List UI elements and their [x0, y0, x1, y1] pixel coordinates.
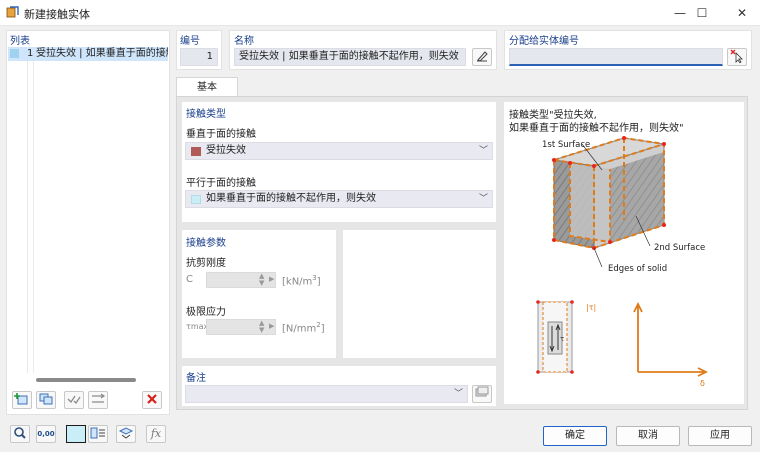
arrow-right-icon[interactable]: ▶: [269, 322, 274, 330]
list-title: 列表: [10, 36, 30, 47]
limit-unit-text: [N/mm: [282, 323, 317, 335]
surface1-label: 1st Surface: [542, 140, 590, 150]
units-button[interactable]: 0,00: [36, 425, 56, 443]
limit-unit-end: ]: [320, 323, 325, 335]
contact-params-group: [182, 230, 336, 358]
shear-stiffness-symbol: C: [186, 274, 193, 285]
parallel-label: 平行于面的接触: [186, 178, 256, 189]
list-item-swatch: [10, 49, 19, 58]
tab-basic[interactable]: 基本: [176, 77, 238, 97]
perpendicular-value: 受拉失效: [206, 145, 246, 156]
select-cursor-icon: [730, 49, 743, 64]
formula-button[interactable]: fx: [146, 425, 166, 443]
copy-icon: [39, 393, 53, 405]
perpendicular-dropdown[interactable]: 受拉失效 ﹀: [185, 142, 493, 160]
chevron-down-icon: ﹀: [478, 146, 488, 156]
check-icon: [67, 395, 81, 405]
app-icon: [6, 6, 19, 19]
name-label: 名称: [234, 36, 254, 47]
close-button[interactable]: ✕: [722, 0, 760, 26]
perpendicular-label: 垂直于面的接触: [186, 129, 256, 140]
shear-unit-text: [kN/m: [282, 276, 313, 288]
surface2-label: 2nd Surface: [654, 243, 705, 253]
name-field[interactable]: 受拉失效 | 如果垂直于面的接触不起作用，则失效: [234, 48, 466, 66]
new-icon: [14, 393, 28, 405]
view-icon: [118, 427, 134, 439]
display-icon: [90, 427, 105, 439]
delta-label: δ: [700, 379, 705, 388]
pick-solid-button[interactable]: [727, 48, 747, 66]
view-button[interactable]: [116, 425, 136, 443]
fx-icon: fx: [150, 427, 162, 440]
list-item-number: 1: [27, 48, 34, 59]
chevron-down-icon: ﹀: [453, 389, 463, 399]
display-props-button[interactable]: [88, 425, 108, 443]
list-tree-line: [33, 61, 34, 373]
assign-field[interactable]: [509, 48, 723, 66]
add-item-button[interactable]: [12, 391, 32, 409]
pencil-icon: [477, 51, 488, 62]
comment-library-button[interactable]: [472, 385, 492, 403]
library-icon: [475, 386, 489, 397]
apply-button[interactable]: 应用: [688, 426, 752, 446]
maximize-button[interactable]: ☐: [682, 0, 722, 26]
renumber-icon: [92, 393, 106, 403]
parallel-value: 如果垂直于面的接触不起作用，则失效: [206, 193, 376, 204]
shear-stiffness-input[interactable]: ▲ ▼ ▶: [206, 272, 276, 288]
empty-group: [343, 230, 496, 358]
shear-stiffness-unit: [kN/m3]: [282, 274, 321, 287]
window-title: 新建接触实体: [24, 8, 90, 21]
delete-button[interactable]: [142, 391, 162, 409]
shear-stiffness-label: 抗剪刚度: [186, 258, 226, 269]
list-panel: [6, 30, 170, 415]
contact-type-title: 接触类型: [186, 109, 226, 120]
cancel-button[interactable]: 取消: [616, 426, 680, 446]
list-tree-line: [27, 61, 28, 373]
spinner-icon[interactable]: ▲ ▼: [259, 273, 264, 287]
comment-label: 备注: [186, 373, 206, 384]
copy-item-button[interactable]: [36, 391, 56, 409]
number-field[interactable]: 1: [180, 48, 218, 66]
arrow-right-icon[interactable]: ▶: [269, 275, 274, 283]
comment-dropdown[interactable]: ﹀: [185, 385, 468, 403]
limit-stress-symbol: τmax: [186, 322, 209, 331]
name-value: 受拉失效 | 如果垂直于面的接触不起作用，则失效: [239, 51, 459, 62]
perpendicular-color-swatch: [191, 147, 201, 156]
solid-contact-diagram: 1st Surface 2nd Surface Edges of solid: [542, 136, 705, 274]
list-item-label: 受拉失效 | 如果垂直于面的接触: [36, 48, 168, 59]
limit-stress-label: 极限应力: [186, 307, 226, 318]
edit-name-button[interactable]: [472, 48, 492, 66]
delete-icon: [147, 394, 157, 404]
list-scrollbar[interactable]: [36, 378, 136, 382]
limit-stress-unit: [N/mm2]: [282, 321, 325, 334]
number-value: 1: [206, 51, 213, 62]
tau-abs-label: |τ|: [586, 303, 596, 312]
limit-stress-input[interactable]: ▲ ▼ ▶: [206, 319, 276, 335]
list-item[interactable]: 1 受拉失效 | 如果垂直于面的接触: [8, 47, 168, 61]
spinner-icon[interactable]: ▲ ▼: [259, 320, 264, 334]
assign-label: 分配给实体编号: [509, 36, 579, 47]
parallel-dropdown[interactable]: 如果垂直于面的接触不起作用，则失效 ﹀: [185, 190, 493, 208]
title-bar: 新建接触实体 — ☐ ✕: [0, 0, 760, 26]
search-icon: [14, 427, 26, 439]
parallel-color-swatch: [191, 195, 201, 204]
stress-slip-diagram: τ |τ| δ: [536, 300, 709, 388]
contact-params-title: 接触参数: [186, 238, 226, 249]
units-icon: 0,00: [37, 430, 55, 438]
number-label: 编号: [180, 36, 200, 47]
check-all-button[interactable]: [64, 391, 84, 409]
chevron-down-icon: ﹀: [478, 194, 488, 204]
help-button[interactable]: [10, 425, 30, 443]
renumber-button[interactable]: [88, 391, 108, 409]
ok-button[interactable]: 确定: [543, 426, 607, 446]
edges-label: Edges of solid: [608, 264, 667, 274]
color-button[interactable]: [66, 425, 86, 443]
shear-unit-end: ]: [316, 276, 321, 288]
tau-small-label: τ: [560, 335, 564, 343]
